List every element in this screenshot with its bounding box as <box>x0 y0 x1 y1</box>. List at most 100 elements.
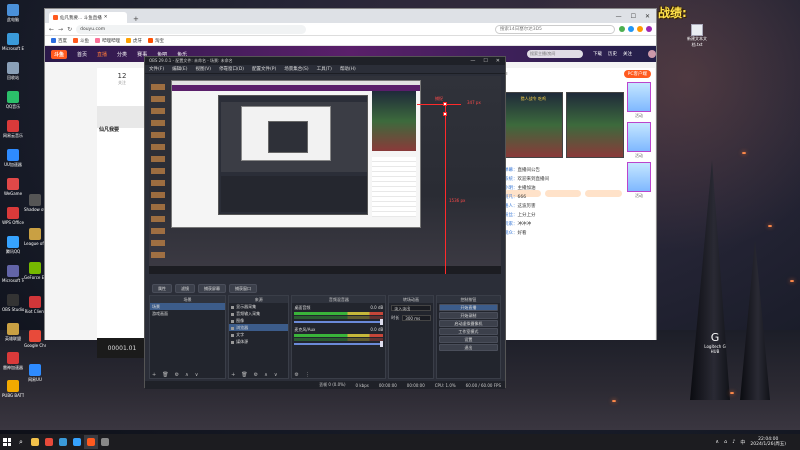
minimize-icon[interactable]: — <box>470 58 475 64</box>
bookmark-item[interactable]: 斗鱼 <box>73 38 89 44</box>
source-item[interactable]: 浏览器 <box>229 324 289 331</box>
chat-username[interactable]: 弹幕： <box>504 168 518 173</box>
activity-card[interactable] <box>627 82 651 112</box>
network-icon[interactable]: ⌂ <box>724 439 727 445</box>
volume-slider[interactable] <box>294 319 384 325</box>
obs-menu-item[interactable]: 视图(V) <box>195 66 211 72</box>
douyu-nav-link[interactable]: 下载 <box>593 51 602 57</box>
ad-banner[interactable] <box>565 92 624 158</box>
chat-username[interactable]: 小明： <box>504 186 518 191</box>
desktop-icon[interactable]: 回收站 <box>2 62 24 80</box>
control-button[interactable]: 工作室模式 <box>438 328 499 335</box>
desktop-icon[interactable]: OBS Studio <box>2 294 24 312</box>
down-icon[interactable]: ∨ <box>274 372 278 378</box>
control-button[interactable]: 开始录制 <box>438 312 499 319</box>
desktop-icon[interactable]: Microsoft Teams <box>2 265 24 283</box>
desktop-icon[interactable]: Google Chrome <box>24 330 46 348</box>
activity-card[interactable] <box>627 122 651 152</box>
forward-arrow-icon[interactable]: → <box>58 26 63 33</box>
browser-search-input[interactable]: 搜索14日塞尔达3D5 <box>495 24 615 34</box>
add-icon[interactable]: + <box>152 372 156 378</box>
close-icon[interactable]: ✕ <box>496 58 500 64</box>
up-icon[interactable]: ∧ <box>264 372 268 378</box>
close-tab-icon[interactable]: ✕ <box>104 15 108 20</box>
desktop-icon-logitech[interactable]: G Logitech G HUB <box>700 332 730 355</box>
transition-select[interactable]: 淡入淡出 <box>391 305 431 311</box>
bookmark-item[interactable]: 淘宝 <box>148 38 164 44</box>
obs-menu-item[interactable]: 停靠窗口(D) <box>219 66 244 72</box>
control-button[interactable]: 退出 <box>438 344 499 351</box>
settings-icon[interactable]: ⚙ <box>254 372 258 378</box>
obs-menu-item[interactable]: 编辑(E) <box>172 66 187 72</box>
toolbar-button[interactable]: 滤镜 <box>175 284 195 293</box>
selection-handle[interactable] <box>443 102 447 106</box>
scene-item[interactable]: 场景 <box>150 303 226 310</box>
douyu-nav-link[interactable]: 关注 <box>623 51 632 57</box>
up-icon[interactable]: ∧ <box>185 372 189 378</box>
desktop-icon[interactable]: 英雄联盟 <box>2 323 24 341</box>
volume-slider[interactable] <box>294 341 384 347</box>
extension-icon[interactable] <box>628 26 634 32</box>
desktop-icon[interactable]: 腾讯QQ <box>2 236 24 254</box>
pc-client-button[interactable]: PC客户端 <box>623 70 651 78</box>
chat-username[interactable]: 玩家： <box>504 222 518 227</box>
obs-menu-item[interactable]: 工具(T) <box>317 66 332 72</box>
douyu-nav-item[interactable]: 直播 <box>97 51 107 58</box>
maximize-icon[interactable]: ☐ <box>631 13 636 20</box>
obs-menu-item[interactable]: 文件(F) <box>149 66 164 72</box>
taskbar-app[interactable] <box>42 435 56 449</box>
ad-banner[interactable]: 猎人战令 吃鸡 <box>504 92 563 158</box>
chevron-up-icon[interactable]: ∧ <box>715 439 719 445</box>
source-item[interactable]: 文字 <box>229 331 288 338</box>
desktop-icon[interactable]: QQ音乐 <box>2 91 24 109</box>
url-field[interactable]: douyu.com <box>76 24 307 34</box>
desktop-icon[interactable]: 网易UU <box>24 364 46 382</box>
remove-icon[interactable]: 🗑 <box>241 372 247 378</box>
chat-username[interactable]: 阿凡： <box>504 195 518 200</box>
desktop-icon[interactable]: 网易云音乐 <box>2 120 24 138</box>
scene-item[interactable]: 游戏画面 <box>150 310 225 317</box>
add-icon[interactable]: + <box>231 372 235 378</box>
selection-handle[interactable] <box>443 112 447 116</box>
douyu-nav-item[interactable]: 分类 <box>117 51 127 58</box>
desktop-icon-text-file[interactable]: 新建文本文档.txt <box>682 24 712 48</box>
down-icon[interactable]: ∨ <box>195 372 199 378</box>
taskbar-app[interactable] <box>28 435 42 449</box>
taskbar-app[interactable] <box>84 435 98 449</box>
desktop-icon[interactable]: Microsoft Edge <box>2 33 24 51</box>
obs-preview[interactable]: 捕捉 347 px 1536 px <box>149 76 501 274</box>
desktop-icon[interactable]: PUBG BATTLEGROUNDS <box>2 380 24 398</box>
input-method-icon[interactable]: 中 <box>740 439 745 446</box>
taskbar-app[interactable] <box>56 435 70 449</box>
maximize-icon[interactable]: ☐ <box>483 58 487 64</box>
desktop-icon[interactable]: Shadow of the Tomb Raider <box>24 194 46 212</box>
douyu-nav-link[interactable]: 历史 <box>608 51 617 57</box>
desktop-icon[interactable]: WeGame <box>2 178 24 196</box>
volume-icon[interactable]: ♪ <box>732 439 735 445</box>
bookmark-item[interactable]: 哔哩哔哩 <box>95 38 120 44</box>
chat-username[interactable]: 系统： <box>504 177 518 182</box>
avatar[interactable] <box>648 50 656 58</box>
desktop-icon[interactable]: UU加速器 <box>2 149 24 167</box>
obs-menu-item[interactable]: 配置文件(P) <box>252 66 276 72</box>
douyu-search-input[interactable]: 搜索主播/房间 <box>527 50 583 58</box>
obs-menu-item[interactable]: 场景集合(S) <box>284 66 308 72</box>
back-arrow-icon[interactable]: ← <box>49 26 54 33</box>
clock[interactable]: 22:04:00 2024/1/26(周五) <box>750 437 786 447</box>
more-icon[interactable]: ⋮ <box>305 372 310 378</box>
browser-tab[interactable]: 仙凡我要... 斗鱼直播 ✕ <box>49 12 127 23</box>
search-icon[interactable]: ⌕ <box>14 435 28 449</box>
chat-username[interactable]: 粉丝： <box>504 213 518 218</box>
duration-input[interactable]: 300 ms <box>402 315 431 321</box>
toolbar-button[interactable]: 属性 <box>152 284 172 293</box>
chat-username[interactable]: 路人： <box>504 204 518 209</box>
source-item[interactable]: 图像 <box>229 317 288 324</box>
source-item[interactable]: 媒体源 <box>229 338 288 345</box>
control-button[interactable]: 启动虚拟摄像机 <box>438 320 499 327</box>
close-icon[interactable]: ✕ <box>645 13 650 20</box>
extension-icon[interactable] <box>619 26 625 32</box>
desktop-icon[interactable]: Riot Client <box>24 296 46 314</box>
reload-icon[interactable]: ↻ <box>67 26 72 33</box>
taskbar-app[interactable] <box>98 435 112 449</box>
obs-menu-item[interactable]: 帮助(H) <box>340 66 356 72</box>
